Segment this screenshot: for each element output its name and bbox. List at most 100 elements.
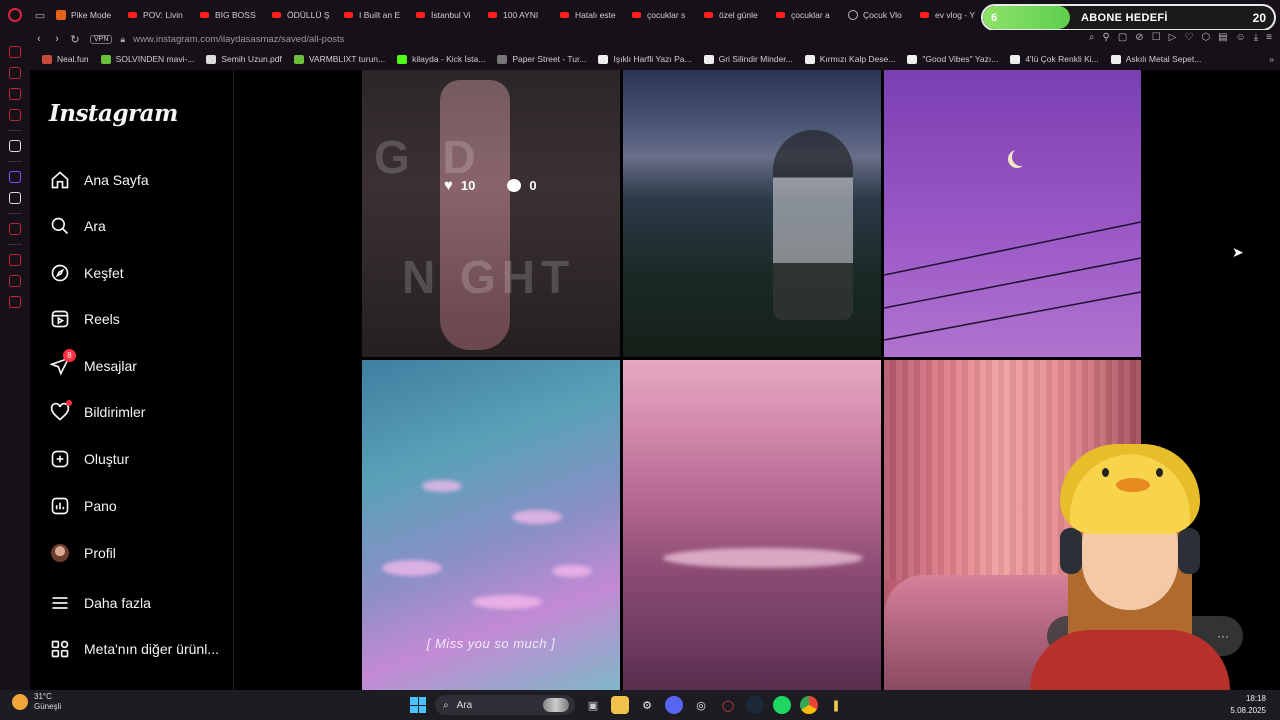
bookmark-favicon-icon [907, 54, 918, 64]
back-icon[interactable]: ‹ [30, 33, 48, 45]
zoom-icon[interactable]: ⌕ [1089, 32, 1095, 43]
bookmark-item[interactable]: Işıklı Harfli Yazı Pa... [598, 54, 692, 64]
heart-icon: ♥ [444, 177, 453, 194]
browser-tab[interactable]: çocuklar s [626, 4, 698, 26]
bookmark-item[interactable]: Gri Silindir Minder... [703, 54, 793, 64]
nav-item-search[interactable]: Ara [50, 212, 106, 240]
bookmark-item[interactable]: Paper Street - Tur... [497, 54, 586, 64]
workspace-icon[interactable]: ▭ [30, 0, 50, 30]
reload-icon[interactable]: ↻ [66, 33, 84, 46]
instagram-logo[interactable]: Instagram [49, 100, 178, 127]
pin-icon[interactable]: ⚲ [1103, 32, 1110, 43]
post-tile[interactable] [623, 360, 881, 690]
bookmark-item[interactable]: Semih Uzun.pdf [206, 54, 282, 64]
browser-tab[interactable]: ÖDÜLLÜ Ş [266, 4, 338, 26]
youtube-icon [416, 12, 425, 18]
address-bar: ‹ › ↻ VPN 🔒︎ www.instagram.com/ilaydasas… [30, 30, 1280, 48]
extensions-sidebar-icon[interactable] [9, 275, 21, 287]
snapshot-icon[interactable]: ▢ [1118, 32, 1127, 43]
task-view-icon[interactable]: ▣ [584, 696, 602, 714]
twitch-icon[interactable] [9, 171, 21, 183]
browser-tab[interactable]: I Built an E [338, 4, 410, 26]
music-icon[interactable] [9, 109, 21, 121]
weather-widget[interactable]: 31°C Güneşli [12, 692, 61, 712]
bookmark-item[interactable]: Neal.fun [42, 54, 89, 64]
nav-item-more[interactable]: Daha fazla [50, 589, 151, 617]
browser-tab-title: Pike Mode [71, 10, 112, 20]
bookmark-item[interactable]: kilayda - Kick İsta... [397, 54, 485, 64]
chrome-icon[interactable] [800, 696, 818, 714]
windows-start-icon[interactable] [410, 697, 426, 713]
browser-tab[interactable]: 100 AYNI [482, 4, 554, 26]
bookmark-icon[interactable]: ☐ [1152, 32, 1161, 43]
player-sidebar-icon[interactable] [9, 223, 21, 235]
opera-icon[interactable]: ◯ [719, 696, 737, 714]
x-icon[interactable] [9, 192, 21, 204]
browser-tab[interactable]: Hatalı este [554, 4, 626, 26]
adblock-icon[interactable]: ⊘ [1135, 32, 1143, 43]
search-icon [50, 216, 70, 236]
post-tile[interactable] [884, 70, 1141, 357]
taskbar-search[interactable]: ⌕ Ara [435, 695, 575, 715]
settings-icon[interactable] [9, 296, 21, 308]
bookmark-item[interactable]: "Good Vibes" Yazı... [907, 54, 998, 64]
nav-item-home[interactable]: Ana Sayfa [50, 166, 149, 194]
nav-item-notifications[interactable]: Bildirimler [50, 398, 145, 426]
news-icon[interactable] [9, 88, 21, 100]
menu-icon[interactable]: ≡ [1266, 32, 1272, 43]
nav-item-dashboard[interactable]: Pano [50, 492, 117, 520]
nav-item-meta[interactable]: Meta'nın diğer ürünl... [50, 635, 219, 663]
download-icon[interactable]: ⤓ [1254, 32, 1258, 43]
bookmark-favicon-icon [703, 54, 714, 64]
settings-gear-icon[interactable]: ⚙ [638, 696, 656, 714]
url-field[interactable]: www.instagram.com/ilaydasasmaz/saved/all… [133, 34, 344, 45]
history-icon[interactable] [9, 254, 21, 266]
browser-tab[interactable]: ev vlog - Y [914, 4, 986, 26]
bookmark-item[interactable]: SOLVINDEN mavi-... [100, 54, 194, 64]
aria-icon[interactable] [9, 46, 21, 58]
bookmarks-overflow-icon[interactable]: » [1269, 54, 1274, 64]
bookmark-item[interactable]: 4'lü Çok Renkli Ki... [1010, 54, 1099, 64]
wallet-icon[interactable]: ▤ [1218, 32, 1227, 43]
opera-logo-icon[interactable] [0, 0, 30, 30]
nav-item-create[interactable]: Oluştur [50, 445, 129, 473]
browser-tab[interactable]: Çocuk Vlo [842, 4, 914, 26]
forward-icon[interactable]: › [48, 33, 66, 45]
nav-item-reels[interactable]: Reels [50, 305, 120, 333]
nav-item-explore[interactable]: Keşfet [50, 259, 124, 287]
browser-tab[interactable]: özel günle [698, 4, 770, 26]
opera-gx-icon[interactable]: ◎ [692, 696, 710, 714]
player-icon[interactable]: ▷ [1169, 32, 1177, 43]
send-icon: 8 [50, 349, 76, 376]
post-tile[interactable]: G D N GHT ♥ 10 0 [362, 70, 620, 357]
vpn-badge[interactable]: VPN [90, 34, 113, 44]
taskbar-clock[interactable]: 18:18 5.08.2025 [1230, 693, 1266, 717]
app-icon[interactable] [9, 140, 21, 152]
bookmark-favicon-icon [1110, 54, 1121, 64]
browser-tab[interactable]: çocuklar a [770, 4, 842, 26]
post-tile[interactable]: [ Miss you so much ] [362, 360, 620, 690]
browser-tab-title: Çocuk Vlo [863, 10, 902, 20]
post-tile[interactable] [623, 70, 881, 357]
file-explorer-icon[interactable] [611, 696, 629, 714]
browser-tab[interactable]: BIG BOSS [194, 4, 266, 26]
bookmark-label: Kırmızı Kalp Dese... [819, 54, 896, 64]
bookmark-item[interactable]: VARMBLIXT turun... [293, 54, 385, 64]
heart-icon[interactable]: ♡ [1184, 32, 1193, 43]
nav-item-messages[interactable]: 8 Mesajlar [50, 349, 137, 380]
lock-icon[interactable]: 🔒︎ [120, 34, 125, 45]
discord-icon[interactable] [665, 696, 683, 714]
browser-tab[interactable]: İstanbul Vi [410, 4, 482, 26]
nav-item-profile[interactable]: Profil [50, 539, 116, 567]
browser-tab[interactable]: Pike Mode [50, 4, 122, 26]
extensions-icon[interactable]: ⬡ [1201, 32, 1210, 43]
browser-tab[interactable]: POV: Livin [122, 4, 194, 26]
steam-icon[interactable] [746, 696, 764, 714]
bookmark-item[interactable]: Kırmızı Kalp Dese... [804, 54, 896, 64]
spotify-icon[interactable] [773, 696, 791, 714]
app-icon[interactable]: ❚ [827, 696, 845, 714]
messenger-icon[interactable] [9, 67, 21, 79]
post-overlay-text: N GHT [402, 251, 576, 303]
bookmark-item[interactable]: Askılı Metal Sepet... [1110, 54, 1201, 64]
profile-icon[interactable]: ☺ [1236, 32, 1246, 43]
